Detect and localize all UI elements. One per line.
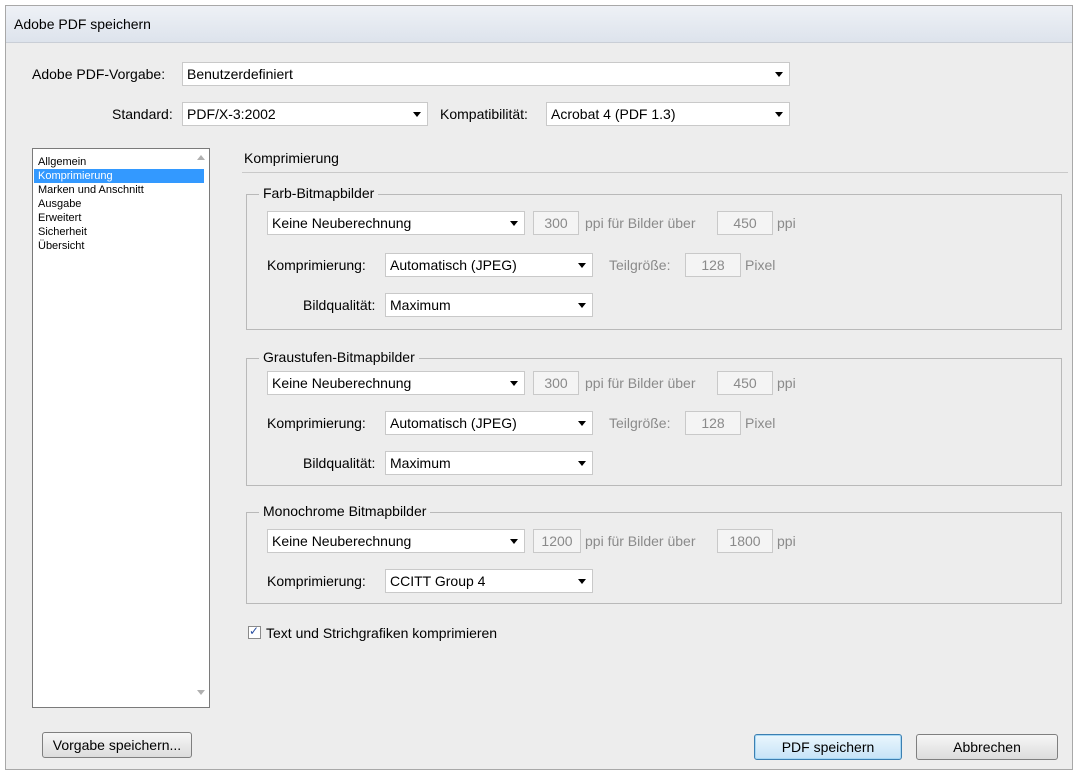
text-compress-checkbox[interactable]: ✓: [248, 624, 261, 639]
sidebar-item-komprimierung[interactable]: Komprimierung: [34, 169, 204, 183]
color-bitmap-group: Farb-Bitmapbilder Keine Neuberechnung 30…: [246, 185, 1062, 330]
color-quality-value: Maximum: [390, 297, 451, 313]
section-divider: [242, 172, 1068, 173]
category-list[interactable]: Allgemein Komprimierung Marken und Ansch…: [32, 148, 210, 708]
chevron-down-icon: [578, 579, 586, 584]
color-tile-label: Teilgröße:: [609, 257, 671, 273]
mono-bitmap-group: Monochrome Bitmapbilder Keine Neuberechn…: [246, 503, 1062, 604]
mono-ppi-for-label: ppi für Bilder über: [585, 533, 696, 549]
mono-compression-label: Komprimierung:: [267, 573, 366, 589]
color-quality-label: Bildqualität:: [303, 297, 376, 313]
window-title: Adobe PDF speichern: [14, 16, 151, 32]
sidebar-item-uebersicht[interactable]: Übersicht: [34, 239, 204, 253]
gray-tile-unit: Pixel: [745, 415, 776, 431]
gray-legend: Graustufen-Bitmapbilder: [259, 349, 419, 365]
gray-quality-select[interactable]: Maximum: [385, 451, 593, 475]
gray-tile-label: Teilgröße:: [609, 415, 671, 431]
gray-compression-label: Komprimierung:: [267, 415, 366, 431]
save-pdf-button[interactable]: PDF speichern: [754, 734, 902, 760]
mono-resample-value: Keine Neuberechnung: [272, 533, 412, 549]
color-above-field[interactable]: 450: [717, 211, 773, 235]
sidebar-item-sicherheit[interactable]: Sicherheit: [34, 225, 204, 239]
chevron-down-icon: [775, 72, 783, 77]
preset-select[interactable]: Benutzerdefiniert: [182, 62, 790, 86]
color-compression-select[interactable]: Automatisch (JPEG): [385, 253, 593, 277]
gray-ppi-unit: ppi: [777, 375, 796, 391]
scroll-up-icon[interactable]: [197, 155, 205, 160]
mono-ppi-unit: ppi: [777, 533, 796, 549]
mono-compression-value: CCITT Group 4: [390, 573, 486, 589]
color-legend: Farb-Bitmapbilder: [259, 185, 379, 201]
mono-above-field[interactable]: 1800: [717, 529, 773, 553]
gray-resample-value: Keine Neuberechnung: [272, 375, 412, 391]
checkmark-icon: ✓: [249, 624, 260, 638]
gray-bitmap-group: Graustufen-Bitmapbilder Keine Neuberechn…: [246, 349, 1062, 486]
mono-legend: Monochrome Bitmapbilder: [259, 503, 431, 519]
standard-value: PDF/X-3:2002: [187, 106, 276, 122]
gray-quality-value: Maximum: [390, 455, 451, 471]
compat-label: Kompatibilität:: [440, 106, 528, 122]
chevron-down-icon: [578, 303, 586, 308]
color-resample-select[interactable]: Keine Neuberechnung: [267, 211, 525, 235]
chevron-down-icon: [578, 461, 586, 466]
color-tile-unit: Pixel: [745, 257, 776, 273]
title-bar: Adobe PDF speichern: [6, 6, 1072, 43]
text-compress-label: Text und Strichgrafiken komprimieren: [266, 625, 498, 641]
gray-compression-select[interactable]: Automatisch (JPEG): [385, 411, 593, 435]
mono-compression-select[interactable]: CCITT Group 4: [385, 569, 593, 593]
color-ppi-for-label: ppi für Bilder über: [585, 215, 696, 231]
color-compression-value: Automatisch (JPEG): [390, 257, 517, 273]
chevron-down-icon: [578, 421, 586, 426]
standard-label: Standard:: [112, 106, 173, 122]
color-resample-value: Keine Neuberechnung: [272, 215, 412, 231]
preset-label: Adobe PDF-Vorgabe:: [32, 66, 166, 82]
compat-select[interactable]: Acrobat 4 (PDF 1.3): [546, 102, 790, 126]
chevron-down-icon: [413, 112, 421, 117]
mono-ppi-field[interactable]: 1200: [533, 529, 581, 553]
color-ppi-unit: ppi: [777, 215, 796, 231]
section-title: Komprimierung: [244, 150, 339, 166]
cancel-button[interactable]: Abbrechen: [916, 734, 1058, 760]
gray-resample-select[interactable]: Keine Neuberechnung: [267, 371, 525, 395]
gray-ppi-for-label: ppi für Bilder über: [585, 375, 696, 391]
sidebar-item-marken[interactable]: Marken und Anschnitt: [34, 183, 204, 197]
chevron-down-icon: [775, 112, 783, 117]
sidebar-item-erweitert[interactable]: Erweitert: [34, 211, 204, 225]
scroll-down-icon[interactable]: [197, 690, 205, 695]
chevron-down-icon: [578, 263, 586, 268]
sidebar-item-allgemein[interactable]: Allgemein: [34, 155, 204, 169]
color-quality-select[interactable]: Maximum: [385, 293, 593, 317]
sidebar-item-ausgabe[interactable]: Ausgabe: [34, 197, 204, 211]
save-pdf-dialog: Adobe PDF speichern Adobe PDF-Vorgabe: B…: [5, 5, 1073, 770]
gray-tile-field[interactable]: 128: [685, 411, 741, 435]
color-compression-label: Komprimierung:: [267, 257, 366, 273]
chevron-down-icon: [510, 539, 518, 544]
chevron-down-icon: [510, 221, 518, 226]
compat-value: Acrobat 4 (PDF 1.3): [551, 106, 676, 122]
color-tile-field[interactable]: 128: [685, 253, 741, 277]
preset-value: Benutzerdefiniert: [187, 66, 293, 82]
gray-compression-value: Automatisch (JPEG): [390, 415, 517, 431]
gray-quality-label: Bildqualität:: [303, 455, 376, 471]
mono-resample-select[interactable]: Keine Neuberechnung: [267, 529, 525, 553]
gray-ppi-field[interactable]: 300: [533, 371, 579, 395]
standard-select[interactable]: PDF/X-3:2002: [182, 102, 428, 126]
chevron-down-icon: [510, 381, 518, 386]
gray-above-field[interactable]: 450: [717, 371, 773, 395]
save-preset-button[interactable]: Vorgabe speichern...: [42, 732, 192, 758]
color-ppi-field[interactable]: 300: [533, 211, 579, 235]
